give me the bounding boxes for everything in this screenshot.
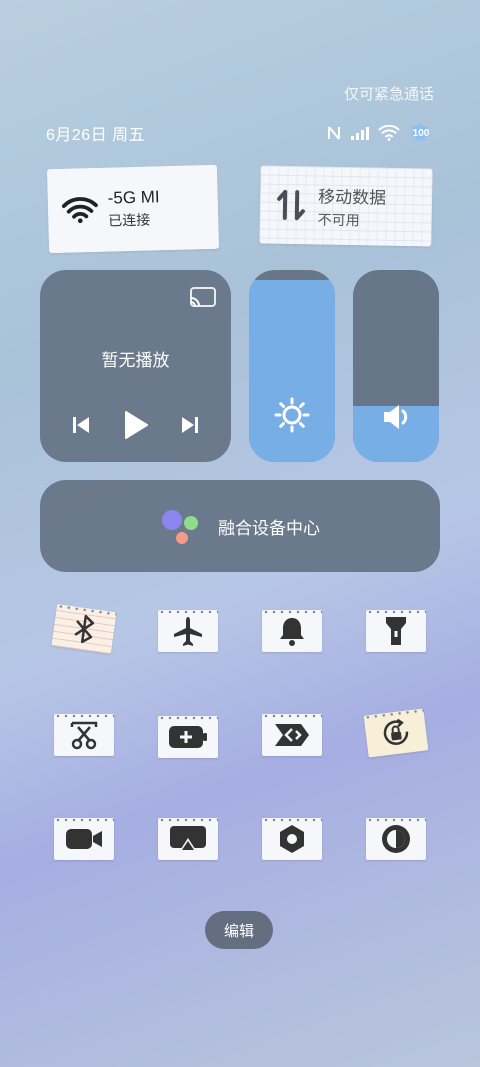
wifi-status: 已连接 (108, 211, 151, 229)
device-hub-button[interactable]: 融合设备中心 (40, 480, 440, 572)
play-icon[interactable] (123, 410, 149, 445)
airplane-icon (174, 617, 202, 646)
wifi-status-icon (378, 125, 400, 141)
flashlight-icon (386, 617, 406, 645)
brightness-slider[interactable] (249, 270, 335, 462)
video-camera-icon (66, 829, 102, 849)
mobile-data-tile[interactable]: 移动数据 不可用 (259, 165, 433, 247)
edit-button[interactable]: 编辑 (205, 911, 273, 949)
scissors-icon (70, 721, 98, 750)
toggle-bluetooth[interactable] (51, 604, 117, 654)
nfc-icon (328, 126, 340, 140)
toggle-screenshot[interactable] (54, 714, 114, 756)
previous-track-icon[interactable] (71, 415, 91, 440)
sun-icon (274, 397, 310, 438)
wifi-name: -5G MI (107, 187, 160, 208)
wifi-icon (61, 197, 98, 224)
next-track-icon[interactable] (180, 415, 200, 440)
bluetooth-icon (74, 614, 95, 644)
toggle-dark-mode[interactable] (366, 818, 426, 860)
bell-icon (280, 618, 304, 646)
share-icon (275, 724, 309, 746)
data-arrows-icon (277, 189, 305, 221)
emergency-call-text: 仅可紧急通话 (343, 86, 434, 103)
toggle-flashlight[interactable] (366, 610, 426, 652)
toggle-nearby-share[interactable] (262, 714, 322, 756)
toggle-sound[interactable] (262, 610, 322, 652)
contrast-icon (382, 825, 410, 853)
device-hub-icon (162, 510, 198, 544)
signal-icon (351, 127, 369, 140)
speaker-icon (380, 401, 412, 438)
toggle-screen-cast[interactable] (158, 818, 218, 860)
status-bar: 6月26日 周五 100 (46, 122, 434, 144)
wifi-tile[interactable]: -5G MI 已连接 (46, 164, 220, 254)
toggle-settings[interactable] (262, 818, 322, 860)
battery-plus-icon (169, 726, 207, 748)
mobile-data-title: 移动数据 (317, 187, 387, 208)
cast-icon[interactable] (189, 286, 217, 313)
toggle-screen-record[interactable] (54, 818, 114, 860)
toggle-battery-saver[interactable] (158, 716, 218, 758)
date-label: 6月26日 周五 (46, 127, 146, 144)
device-hub-label: 融合设备中心 (218, 518, 320, 538)
rotation-lock-icon (383, 718, 409, 745)
battery-icon: 100 (408, 122, 434, 144)
toggle-airplane-mode[interactable] (158, 610, 218, 652)
volume-slider[interactable] (353, 270, 439, 462)
media-player: 暂无播放 (40, 270, 231, 462)
cast-icon (170, 826, 206, 852)
status-icons: 100 (326, 122, 434, 144)
toggle-auto-rotate[interactable] (363, 708, 429, 758)
hex-nut-icon (280, 825, 304, 853)
mobile-data-status: 不可用 (317, 211, 360, 228)
media-title: 暂无播放 (101, 351, 170, 370)
